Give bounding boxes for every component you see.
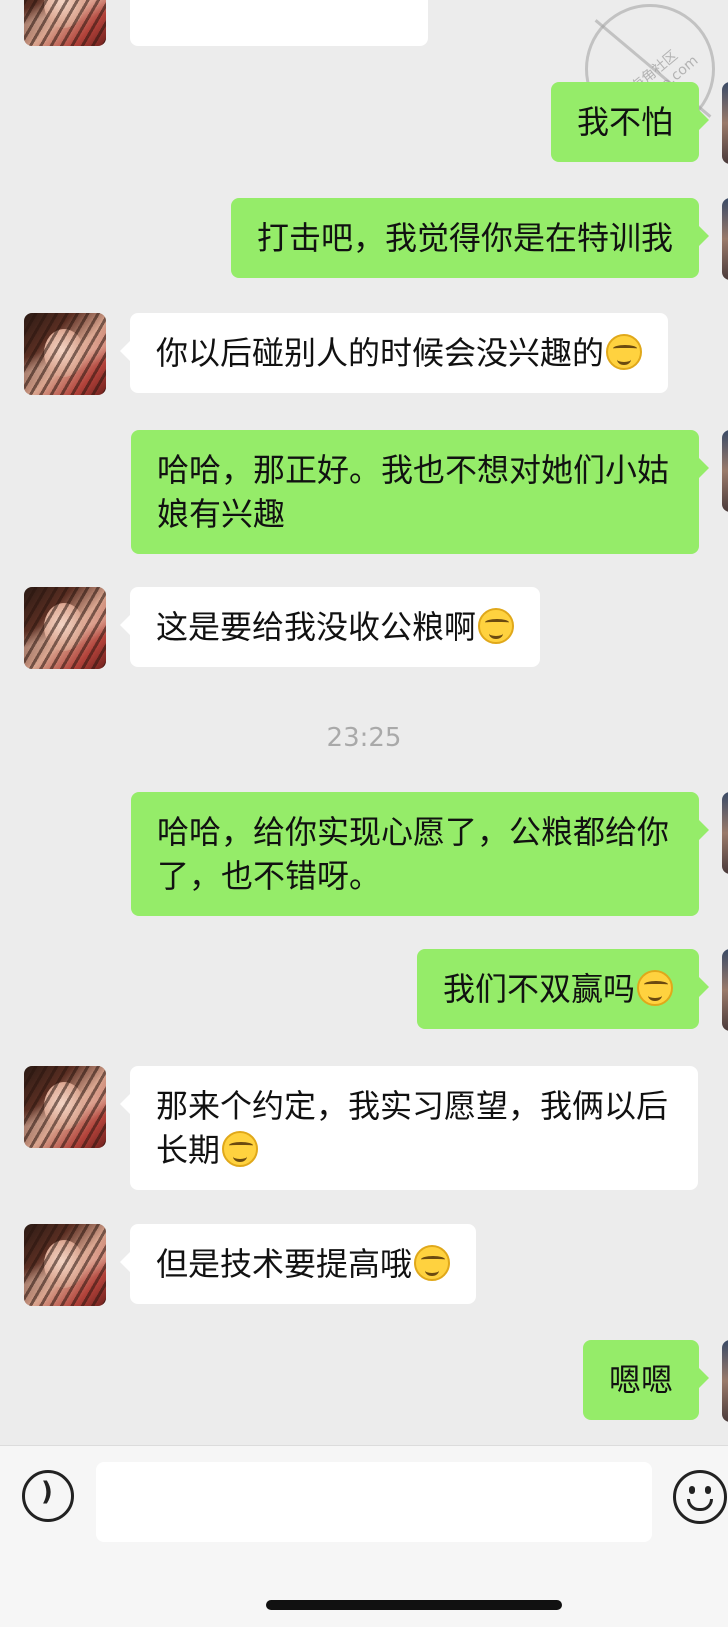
message-bubble-received[interactable]: 这是要给我没收公粮啊 [119, 587, 541, 667]
smirk-emoji-icon [637, 970, 673, 1006]
message-bubble-sent[interactable]: 哈哈，那正好。我也不想对她们小姑娘有兴趣 [131, 430, 709, 554]
message-text: 我不怕 [576, 103, 673, 141]
contact-avatar[interactable] [24, 313, 106, 395]
message-text: 哈哈，给你实现心愿了，公粮都给你了，也不错呀。 [157, 813, 670, 895]
message-text: 打击吧，我觉得你是在特训我 [256, 219, 673, 257]
message-bubble-sent[interactable]: 嗯嗯 [582, 1340, 710, 1420]
message-bubble-received[interactable]: 你以后碰别人的时候会没兴趣的 [119, 313, 669, 393]
emoji-icon[interactable] [673, 1470, 727, 1524]
message-bubble-sent[interactable]: 我们不双赢吗 [416, 949, 710, 1029]
message-timestamp: 23:25 [326, 723, 402, 753]
self-avatar[interactable] [722, 949, 728, 1031]
partial-message-bubble [130, 0, 428, 46]
self-avatar[interactable] [722, 430, 728, 512]
smirk-emoji-icon [414, 1245, 451, 1281]
smirk-emoji-icon [222, 1131, 259, 1167]
message-text: 嗯嗯 [608, 1361, 673, 1399]
smirk-emoji-icon [478, 608, 515, 644]
message-text: 这是要给我没收公粮啊 [156, 608, 477, 646]
self-avatar[interactable] [722, 1340, 728, 1422]
contact-avatar[interactable] [24, 1224, 106, 1306]
message-text: 哈哈，那正好。我也不想对她们小姑娘有兴趣 [157, 451, 670, 533]
contact-avatar[interactable] [24, 1066, 106, 1148]
message-text: 你以后碰别人的时候会没兴趣的 [156, 334, 605, 372]
message-bubble-received[interactable]: 但是技术要提高哦 [119, 1224, 477, 1304]
smirk-emoji-icon [606, 334, 643, 370]
message-text: 我们不双赢吗 [442, 970, 635, 1008]
message-bubble-sent[interactable]: 哈哈，给你实现心愿了，公粮都给你了，也不错呀。 [131, 792, 709, 916]
self-avatar[interactable] [722, 82, 728, 164]
contact-avatar[interactable] [24, 587, 106, 669]
contact-avatar[interactable] [24, 0, 106, 46]
self-avatar[interactable] [722, 198, 728, 280]
self-avatar[interactable] [722, 792, 728, 874]
message-input[interactable] [96, 1462, 652, 1542]
message-text: 但是技术要提高哦 [156, 1245, 413, 1283]
home-indicator[interactable] [266, 1600, 562, 1610]
message-bubble-sent[interactable]: 我不怕 [550, 82, 710, 162]
chat-area[interactable]: 海角社区 haijiao.com 我不怕 打击吧，我觉得你是在特训我 你以后碰别… [0, 0, 728, 1445]
message-bubble-sent[interactable]: 打击吧，我觉得你是在特训我 [230, 198, 710, 278]
message-bubble-received[interactable]: 那来个约定，我实习愿望，我俩以后长期 [120, 1066, 698, 1190]
voice-icon[interactable] [22, 1470, 74, 1522]
